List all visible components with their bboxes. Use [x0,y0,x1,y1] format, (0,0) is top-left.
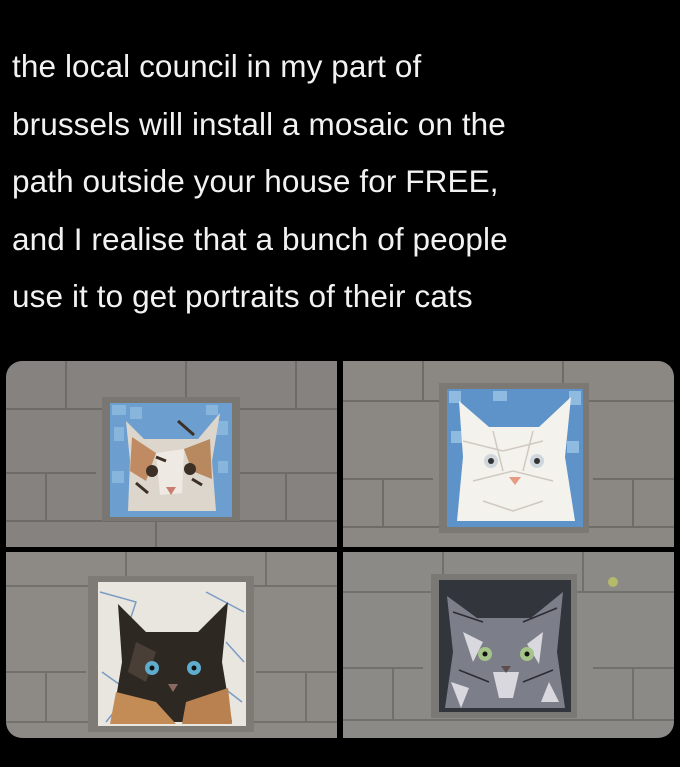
photo-siamese-cat-mosaic[interactable] [6,552,337,738]
photo-grey-fluffy-cat-mosaic[interactable] [343,552,674,738]
photo-white-cat-mosaic[interactable] [343,361,674,547]
photo-calico-cat-mosaic[interactable] [6,361,337,547]
caption-line-2: brussels will install a mosaic on the [12,105,506,142]
caption-line-5: use it to get portraits of their cats [12,278,473,314]
photo-grid[interactable] [6,361,674,738]
caption-line-1: the local council in my part of [12,48,422,84]
caption-line-4: and I realise that a bunch of people [12,220,508,257]
post-caption: the local council in my part of brussels… [12,38,672,326]
caption-line-3: path outside your house for FREE, [12,163,499,199]
